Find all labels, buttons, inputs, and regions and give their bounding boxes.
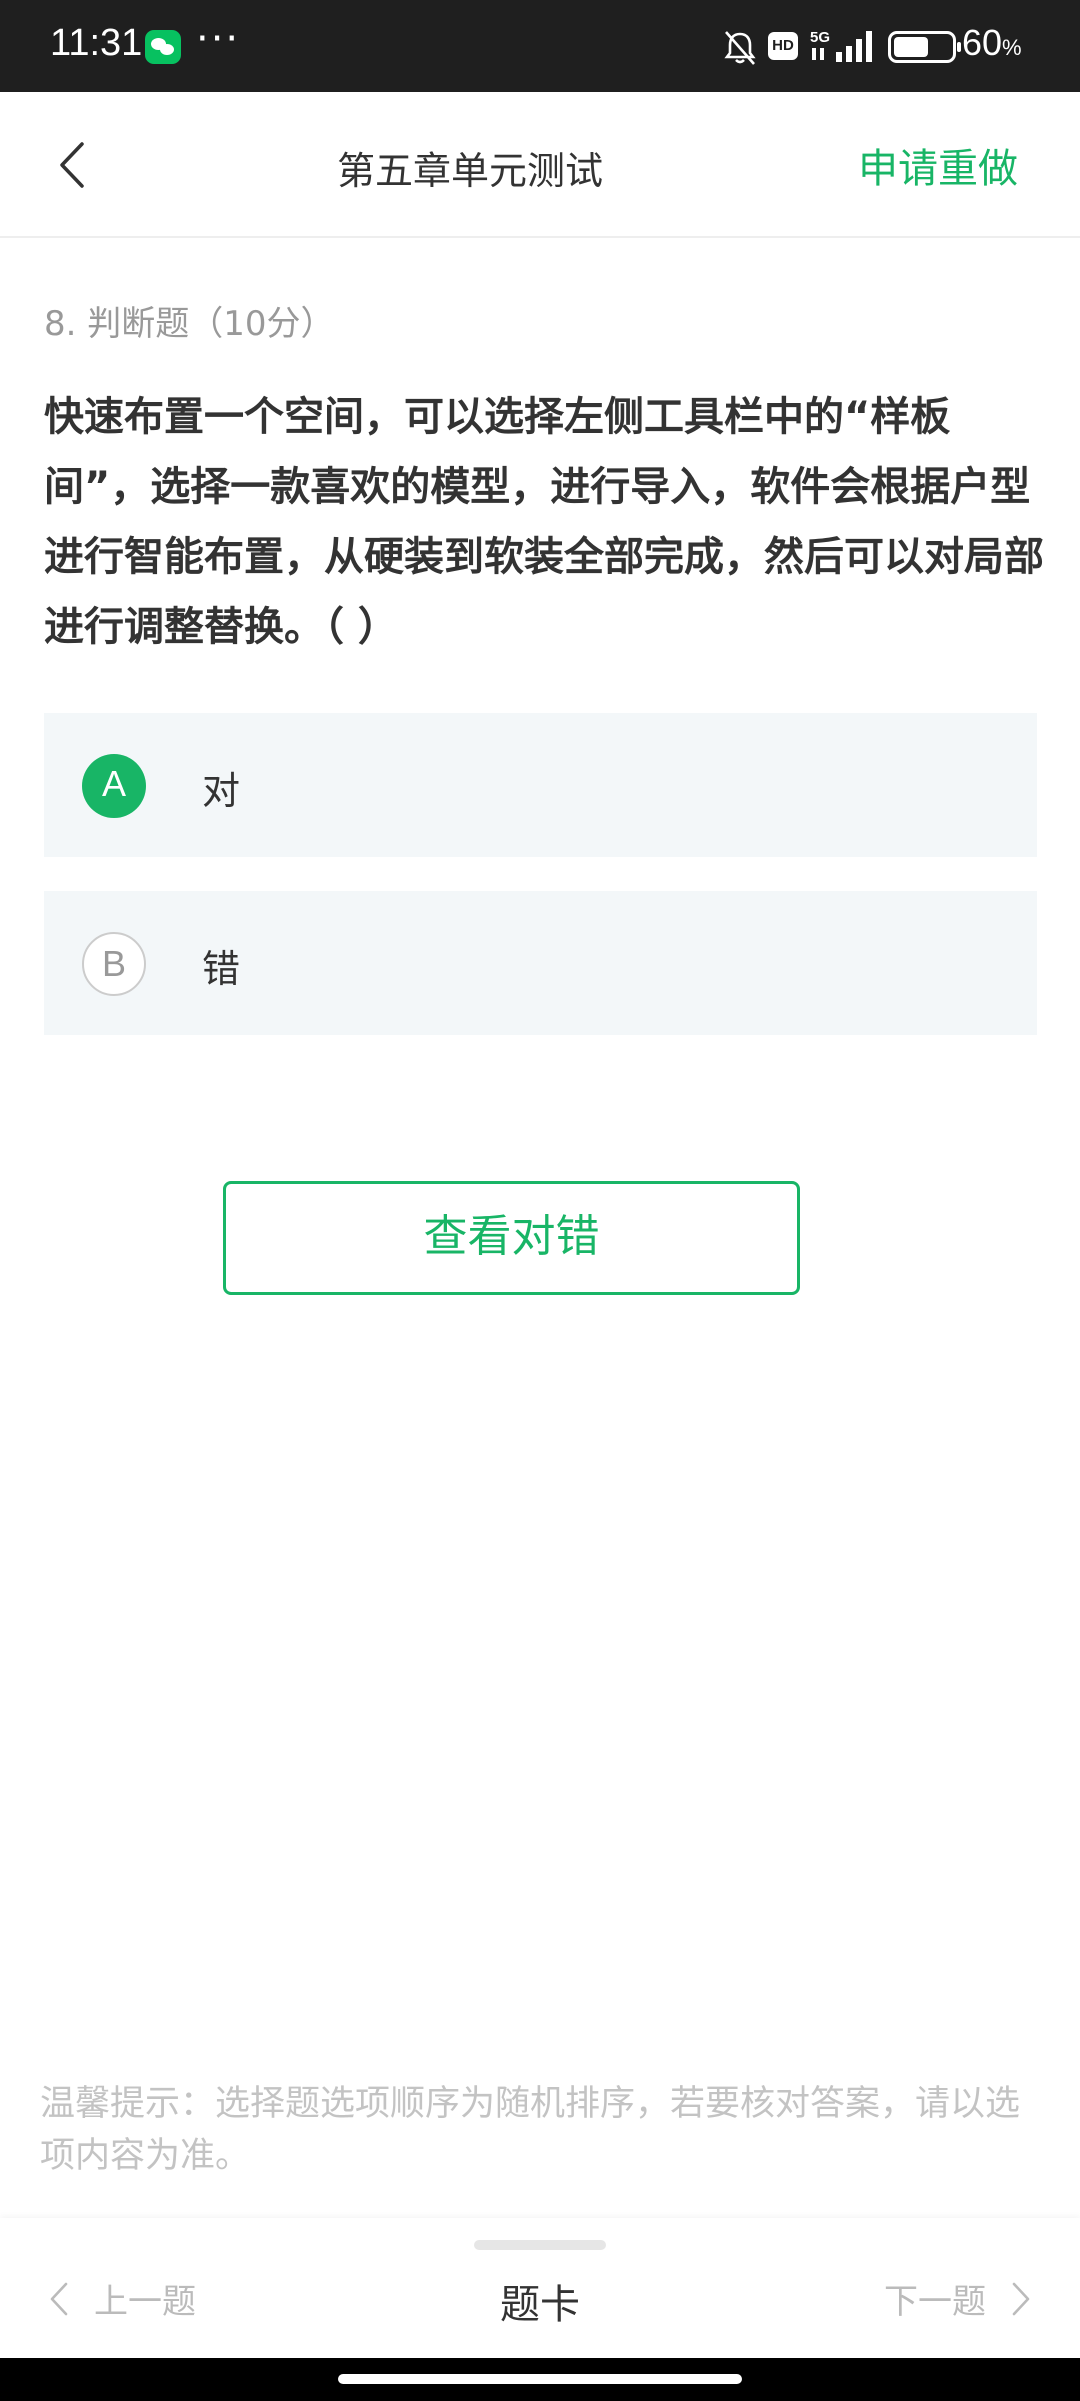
chevron-left-icon [50,2282,68,2315]
system-navigation-bar [0,2358,1080,2401]
option-b[interactable]: B 错 [44,891,1037,1035]
option-a[interactable]: A 对 [44,713,1037,857]
check-answer-button[interactable]: 查看对错 [223,1181,800,1295]
status-time: 11:31 [50,22,143,64]
hd-voice-icon: HD [768,32,798,60]
drag-handle[interactable] [474,2240,606,2250]
battery-value: 60 [962,22,1003,63]
bell-muted-icon [724,31,756,65]
option-b-badge: B [82,932,146,996]
question-card-button[interactable]: 题卡 [500,2282,580,2328]
battery-unit: % [1002,35,1022,60]
signal-5g-icon: 5G [810,29,872,62]
more-notifications-icon: ··· [196,16,241,62]
chevron-right-icon [1012,2282,1030,2315]
previous-question-button[interactable]: 上一题 [48,2274,196,2323]
question-text: 快速布置一个空间，可以选择左侧工具栏中的“样板间”，选择一款喜欢的模型，进行导入… [44,394,1044,650]
option-a-label: 对 [202,769,241,813]
battery-level: 60% [962,22,1022,64]
status-bar: 11:31 ··· HD 5G 60% [0,0,1080,92]
option-b-label: 错 [202,947,241,991]
tip-text: 温馨提示：选择题选项顺序为随机排序，若要核对答案，请以选项内容为准。 [40,2084,1021,2176]
next-question-button[interactable]: 下一题 [884,2274,1032,2323]
home-indicator[interactable] [338,2374,742,2384]
wechat-notification-icon [145,30,181,64]
battery-icon [888,31,961,63]
question-type-score: 8. 判断题（10分） [44,304,335,344]
next-question-label: 下一题 [884,2282,986,2322]
page-title: 第五章单元测试 [336,149,603,193]
request-redo-button[interactable]: 申请重做 [858,136,1018,194]
previous-question-label: 上一题 [94,2282,196,2322]
network-type: 5G [810,29,830,46]
option-a-badge: A [82,754,146,818]
bottom-navigation: 上一题 题卡 下一题 [0,2218,1080,2358]
top-navigation: 第五章单元测试 申请重做 [0,92,1080,238]
